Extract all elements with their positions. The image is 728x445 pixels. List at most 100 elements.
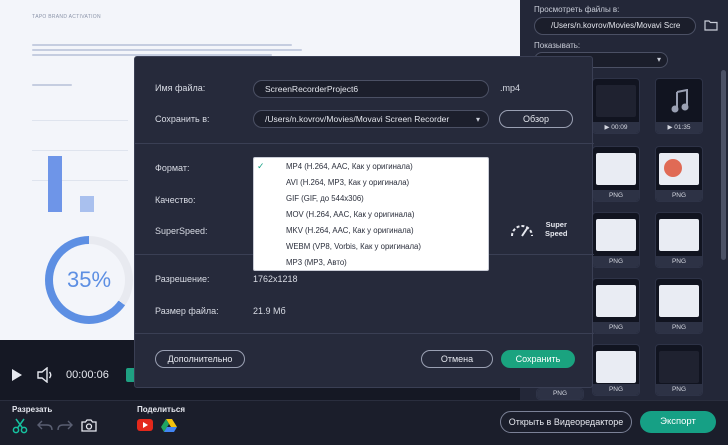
scissors-icon[interactable] xyxy=(12,418,28,434)
thumbnail-image xyxy=(659,285,699,317)
open-in-editor-button[interactable]: Открыть в Видеоредакторе xyxy=(500,411,632,433)
play-icon[interactable] xyxy=(11,368,23,382)
thumbnail-image xyxy=(596,85,636,117)
preview-text-line xyxy=(32,84,72,86)
superspeed-badge-line2: Speed xyxy=(545,229,568,238)
thumbnail-image xyxy=(596,219,636,251)
file-thumbnail[interactable]: PNG xyxy=(592,212,640,268)
quality-label: Качество: xyxy=(155,195,196,205)
save-button[interactable]: Сохранить xyxy=(501,350,575,368)
preview-text-line xyxy=(32,49,302,51)
thumbnail-caption: PNG xyxy=(656,190,702,201)
preview-grid-line xyxy=(32,150,128,151)
browse-button[interactable]: Обзор xyxy=(499,110,573,128)
undo-icon[interactable] xyxy=(37,419,53,433)
folder-icon[interactable] xyxy=(704,19,718,31)
preview-bar xyxy=(48,156,62,212)
superspeed-badge-line1: Super xyxy=(545,220,567,229)
format-option-label: AVI (H.264, MP3, Как у оригинала) xyxy=(286,178,410,187)
thumbnail-image xyxy=(659,153,699,185)
preview-text-line xyxy=(32,44,292,46)
preview-grid-line xyxy=(32,120,128,121)
file-thumbnail[interactable]: ▶ 01:35 xyxy=(655,78,703,134)
view-files-label: Просмотреть файлы в: xyxy=(534,5,620,14)
thumbnail-image xyxy=(596,285,636,317)
thumbnail-image xyxy=(596,153,636,185)
format-option-webm[interactable]: WEBM (VP8, Vorbis, Как у оригинала) xyxy=(254,239,488,255)
format-option-label: GIF (GIF, до 544x306) xyxy=(286,194,364,203)
thumbnail-caption: PNG xyxy=(656,384,702,395)
cut-label: Разрезать xyxy=(12,405,53,414)
filename-input[interactable]: ScreenRecorderProject6 xyxy=(253,80,489,98)
file-thumbnail[interactable]: PNG xyxy=(592,344,640,396)
preview-donut-label: 35% xyxy=(66,267,112,292)
chevron-down-icon: ▾ xyxy=(656,55,661,64)
files-scrollbar[interactable] xyxy=(721,70,726,260)
thumbnail-caption: PNG xyxy=(593,190,639,201)
superspeed-badge: Super Speed xyxy=(545,220,568,238)
format-option-mov[interactable]: MOV (H.264, AAC, Как у оригинала) xyxy=(254,207,488,223)
cancel-button[interactable]: Отмена xyxy=(421,350,493,368)
resolution-label: Разрешение: xyxy=(155,274,210,284)
file-thumbnail[interactable]: PNG xyxy=(655,212,703,268)
show-label: Показывать: xyxy=(534,41,581,50)
app-window: ТАРО BRAND ACTIVATION 35% Просмотреть фа… xyxy=(0,0,728,445)
format-option-mp4[interactable]: ✓ MP4 (H.264, AAC, Как у оригинала) xyxy=(254,159,488,175)
thumbnail-caption: PNG xyxy=(593,384,639,395)
google-drive-icon[interactable] xyxy=(161,418,177,432)
file-thumbnail[interactable]: ▶ 00:09 xyxy=(592,78,640,134)
file-thumbnail[interactable]: PNG xyxy=(536,388,584,400)
file-thumbnail[interactable]: PNG xyxy=(592,146,640,202)
thumbnail-caption: PNG xyxy=(656,256,702,267)
export-dialog: Имя файла: ScreenRecorderProject6 .mp4 С… xyxy=(134,56,594,388)
superspeed-label: SuperSpeed: xyxy=(155,226,208,236)
format-option-label: MP4 (H.264, AAC, Как у оригинала) xyxy=(286,162,413,171)
preview-bar xyxy=(80,196,94,212)
redo-icon[interactable] xyxy=(57,419,73,433)
youtube-icon[interactable] xyxy=(137,419,153,431)
chevron-down-icon: ▾ xyxy=(475,115,480,124)
preview-heading: ТАРО BRAND ACTIVATION xyxy=(32,14,101,20)
filename-label: Имя файла: xyxy=(155,83,206,93)
file-thumbnail[interactable]: PNG xyxy=(655,146,703,202)
format-option-avi[interactable]: AVI (H.264, MP3, Как у оригинала) xyxy=(254,175,488,191)
filesize-value: 21.9 Мб xyxy=(253,306,286,316)
format-option-mp3[interactable]: MP3 (MP3, Авто) xyxy=(254,255,488,271)
playback-time: 00:00:06 xyxy=(66,369,109,381)
dialog-divider xyxy=(135,333,594,334)
file-thumbnail[interactable]: PNG xyxy=(655,278,703,334)
thumbnail-caption: PNG xyxy=(656,322,702,333)
export-button[interactable]: Экспорт xyxy=(640,411,716,433)
preview-grid-line xyxy=(32,180,128,181)
file-thumbnail[interactable]: PNG xyxy=(592,278,640,334)
resolution-value: 1762x1218 xyxy=(253,274,298,284)
save-to-label: Сохранить в: xyxy=(155,114,210,124)
advanced-button[interactable]: Дополнительно xyxy=(155,350,245,368)
thumbnail-image xyxy=(659,219,699,251)
file-thumbnail[interactable]: PNG xyxy=(655,344,703,396)
file-extension: .mp4 xyxy=(500,83,521,93)
camera-icon[interactable] xyxy=(81,418,97,432)
thumbnail-image xyxy=(596,351,636,383)
format-option-label: MP3 (MP3, Авто) xyxy=(286,258,347,267)
dialog-divider xyxy=(135,143,594,144)
thumbnail-caption: ▶ 01:35 xyxy=(656,122,702,133)
format-label: Формат: xyxy=(155,163,190,173)
checkmark-icon: ✓ xyxy=(257,161,265,171)
format-option-gif[interactable]: GIF (GIF, до 544x306) xyxy=(254,191,488,207)
thumbnail-caption: PNG xyxy=(593,322,639,333)
format-option-label: WEBM (VP8, Vorbis, Как у оригинала) xyxy=(286,242,421,251)
music-note-icon xyxy=(671,89,689,113)
thumbnail-image xyxy=(659,351,699,383)
speedometer-icon xyxy=(511,225,533,237)
format-option-label: MOV (H.264, AAC, Как у оригинала) xyxy=(286,210,415,219)
volume-icon[interactable] xyxy=(37,367,55,383)
thumbnail-caption: PNG xyxy=(593,256,639,267)
thumbnail-caption: ▶ 00:09 xyxy=(593,122,639,133)
thumbnail-caption: PNG xyxy=(537,389,583,399)
save-to-value: /Users/n.kovrov/Movies/Movavi Screen Rec… xyxy=(265,114,450,124)
format-dropdown[interactable]: ✓ MP4 (H.264, AAC, Как у оригинала) AVI … xyxy=(253,157,489,271)
save-to-select[interactable]: /Users/n.kovrov/Movies/Movavi Screen Rec… xyxy=(253,110,489,128)
files-path-field[interactable]: /Users/n.kovrov/Movies/Movavi Scre xyxy=(534,17,696,35)
format-option-mkv[interactable]: MKV (H.264, AAC, Как у оригинала) xyxy=(254,223,488,239)
